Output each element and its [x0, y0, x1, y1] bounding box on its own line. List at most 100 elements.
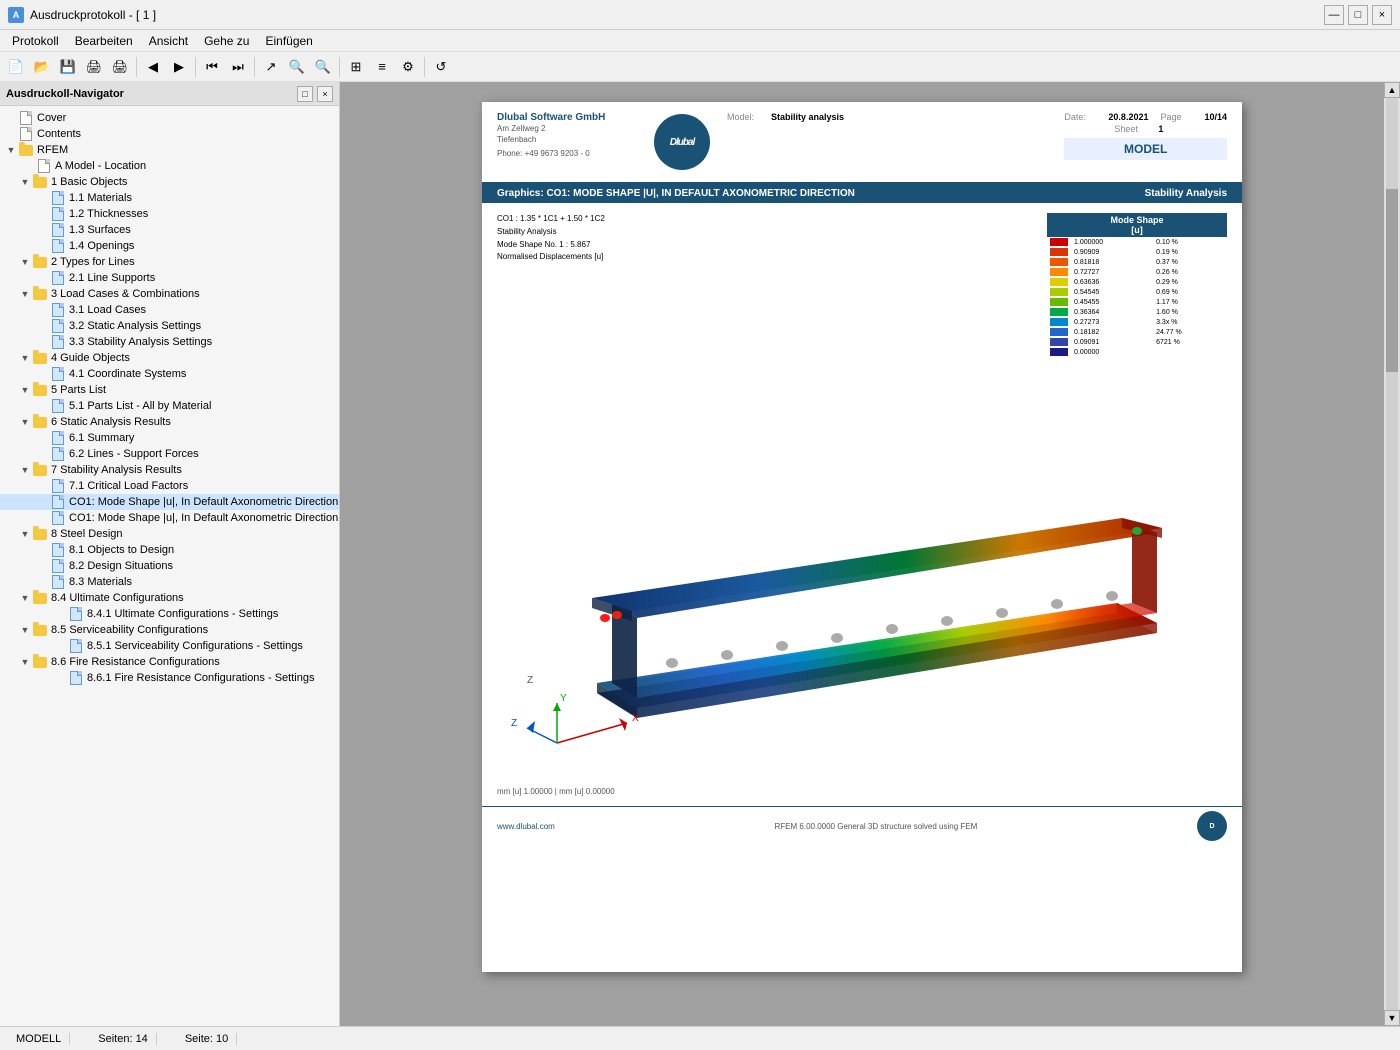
titlebar-left: A Ausdruckprotokoll - [ 1 ] [8, 7, 156, 23]
tree-toggle-loadcases[interactable]: ▼ [18, 287, 32, 301]
tb-first-button[interactable]: ⏮ [200, 55, 224, 79]
tree-label: 8.1 Objects to Design [69, 544, 174, 556]
menu-gehe-zu[interactable]: Gehe zu [196, 32, 257, 50]
tree-item-6-2[interactable]: 6.2 Lines - Support Forces [0, 446, 339, 462]
tree-item-2-1[interactable]: 2.1 Line Supports [0, 270, 339, 286]
tree-item-5-1[interactable]: 5.1 Parts List - All by Material [0, 398, 339, 414]
tree-toggle-8-4[interactable]: ▼ [18, 591, 32, 605]
tree-item-1-4[interactable]: 1.4 Openings [0, 238, 339, 254]
page-icon [50, 511, 66, 525]
tree-toggle-guide[interactable]: ▼ [18, 351, 32, 365]
tb-open-button[interactable]: 📂 [30, 55, 54, 79]
footer-logo-text: D [1209, 823, 1214, 830]
tb-save-button[interactable]: 💾 [56, 55, 80, 79]
legend-pct: 0.69 % [1153, 287, 1227, 297]
tree-item-8-6-1[interactable]: 8.6.1 Fire Resistance Configurations - S… [0, 670, 339, 686]
tree-toggle-steel[interactable]: ▼ [18, 527, 32, 541]
menu-bearbeiten[interactable]: Bearbeiten [67, 32, 141, 50]
tree-item-6-1[interactable]: 6.1 Summary [0, 430, 339, 446]
tree-item-rfem[interactable]: ▼ RFEM [0, 142, 339, 158]
tree-toggle-8-6[interactable]: ▼ [18, 655, 32, 669]
tree-area[interactable]: Cover Contents ▼ RFEM A Model - [0, 106, 339, 1026]
tree-item-7-3[interactable]: CO1: Mode Shape |u|, In Default Axonomet… [0, 510, 339, 526]
legend-val: 0.27273 [1071, 317, 1153, 327]
tree-item-7-2[interactable]: CO1: Mode Shape |u|, In Default Axonomet… [0, 494, 339, 510]
tree-item-8-2[interactable]: 8.2 Design Situations [0, 558, 339, 574]
sheets-label: Seiten: [98, 1033, 132, 1045]
tree-item-basic[interactable]: ▼ 1 Basic Objects [0, 174, 339, 190]
legend-row: 0.00000 [1047, 347, 1227, 357]
tree-item-8-4[interactable]: ▼ 8.4 Ultimate Configurations [0, 590, 339, 606]
restore-button[interactable]: □ [1348, 5, 1368, 25]
page-icon [18, 127, 34, 141]
tree-item-3-1[interactable]: 3.1 Load Cases [0, 302, 339, 318]
tb-view-button[interactable]: ⊞ [344, 55, 368, 79]
titlebar-controls[interactable]: — □ × [1324, 5, 1392, 25]
tree-toggle-rfem[interactable]: ▼ [4, 143, 18, 157]
tree-item-3-3[interactable]: 3.3 Stability Analysis Settings [0, 334, 339, 350]
tree-item-types[interactable]: ▼ 2 Types for Lines [0, 254, 339, 270]
tree-toggle-static[interactable]: ▼ [18, 415, 32, 429]
tree-toggle-types[interactable]: ▼ [18, 255, 32, 269]
tree-item-contents[interactable]: Contents [0, 126, 339, 142]
visualization-area: Z [497, 363, 1227, 783]
tb-new-button[interactable]: 📄 [4, 55, 28, 79]
close-button[interactable]: × [1372, 5, 1392, 25]
tree-toggle-8-5[interactable]: ▼ [18, 623, 32, 637]
tree-item-3-2[interactable]: 3.2 Static Analysis Settings [0, 318, 339, 334]
tb-zoom-in-button[interactable]: 🔍 [285, 55, 309, 79]
tree-toggle-stability[interactable]: ▼ [18, 463, 32, 477]
tree-item-parts[interactable]: ▼ 5 Parts List [0, 382, 339, 398]
scrollbar-thumb[interactable] [1386, 189, 1398, 371]
content-area[interactable]: Dlubal Software GmbH Am Zellweg 2 Tiefen… [340, 82, 1384, 1026]
tb-print2-button[interactable]: 🖨 [108, 55, 132, 79]
scroll-down-button[interactable]: ▼ [1384, 1010, 1400, 1026]
tree-item-7-1[interactable]: 7.1 Critical Load Factors [0, 478, 339, 494]
tb-last-button[interactable]: ⏭ [226, 55, 250, 79]
tree-toggle-basic[interactable]: ▼ [18, 175, 32, 189]
tb-zoom-out-button[interactable]: 🔍 [311, 55, 335, 79]
menu-einfuegen[interactable]: Einfügen [257, 32, 320, 50]
panel-controls[interactable]: □ × [297, 86, 333, 102]
legend-row: 1.000000 0.10 % [1047, 237, 1227, 247]
tree-item-steel[interactable]: ▼ 8 Steel Design [0, 526, 339, 542]
panel-restore-button[interactable]: □ [297, 86, 313, 102]
tb-print-button[interactable]: 🖨 [82, 55, 106, 79]
tree-item-8-5[interactable]: ▼ 8.5 Serviceability Configurations [0, 622, 339, 638]
minimize-button[interactable]: — [1324, 5, 1344, 25]
tb-export-button[interactable]: ↗ [259, 55, 283, 79]
tree-item-1-1[interactable]: 1.1 Materials [0, 190, 339, 206]
tree-item-1-3[interactable]: 1.3 Surfaces [0, 222, 339, 238]
tree-item-stability[interactable]: ▼ 7 Stability Analysis Results [0, 462, 339, 478]
tb-settings-button[interactable]: ⚙ [396, 55, 420, 79]
scrollbar-track[interactable] [1386, 98, 1398, 1010]
menu-protokoll[interactable]: Protokoll [4, 32, 67, 50]
tb-prev-button[interactable]: ◀ [141, 55, 165, 79]
tree-item-cover[interactable]: Cover [0, 110, 339, 126]
tree-toggle-parts[interactable]: ▼ [18, 383, 32, 397]
tree-item-8-5-1[interactable]: 8.5.1 Serviceability Configurations - Se… [0, 638, 339, 654]
statusbar-page: Seite: 10 [177, 1033, 237, 1045]
tree-item-4-1[interactable]: 4.1 Coordinate Systems [0, 366, 339, 382]
legend-pct: 0.10 % [1153, 237, 1227, 247]
scroll-up-button[interactable]: ▲ [1384, 82, 1400, 98]
tree-label: 8.4 Ultimate Configurations [51, 592, 184, 604]
tree-item-a-model[interactable]: A Model - Location [0, 158, 339, 174]
tree-item-8-4-1[interactable]: 8.4.1 Ultimate Configurations - Settings [0, 606, 339, 622]
tree-item-8-6[interactable]: ▼ 8.6 Fire Resistance Configurations [0, 654, 339, 670]
tree-item-1-2[interactable]: 1.2 Thicknesses [0, 206, 339, 222]
panel-close-button[interactable]: × [317, 86, 333, 102]
menu-ansicht[interactable]: Ansicht [141, 32, 196, 50]
tree-item-static[interactable]: ▼ 6 Static Analysis Results [0, 414, 339, 430]
tree-item-8-1[interactable]: 8.1 Objects to Design [0, 542, 339, 558]
tree-item-loadcases[interactable]: ▼ 3 Load Cases & Combinations [0, 286, 339, 302]
tb-options-button[interactable]: ≡ [370, 55, 394, 79]
right-scrollbar[interactable]: ▲ ▼ [1384, 82, 1400, 1026]
tb-refresh-button[interactable]: ↺ [429, 55, 453, 79]
tree-label: 6 Static Analysis Results [51, 416, 171, 428]
page-icon [50, 223, 66, 237]
tree-item-8-3[interactable]: 8.3 Materials [0, 574, 339, 590]
tree-item-guide[interactable]: ▼ 4 Guide Objects [0, 350, 339, 366]
tb-next-button[interactable]: ▶ [167, 55, 191, 79]
tree-toggle [54, 671, 68, 685]
